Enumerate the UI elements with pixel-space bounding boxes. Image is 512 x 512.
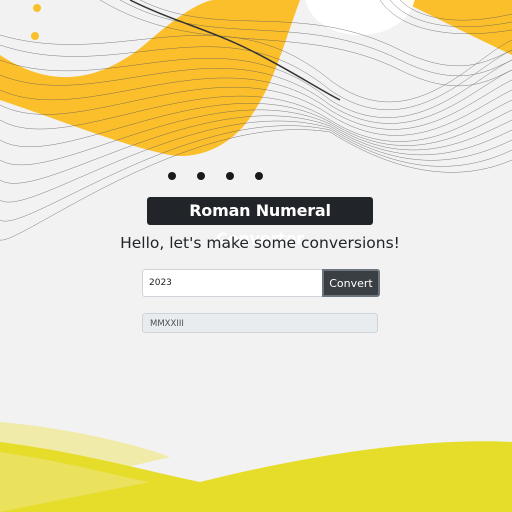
pager-dot[interactable] [197,172,205,180]
pager-dots [168,172,263,180]
page: Roman Numeral Converter Hello, let's mak… [0,0,512,512]
pager-dot[interactable] [168,172,176,180]
pager-dot[interactable] [226,172,234,180]
convert-button[interactable]: Convert [322,269,380,297]
result-output: MMXXIII [142,313,378,333]
bottom-wave-decoration [0,422,512,512]
page-subtitle: Hello, let's make some conversions! [120,234,400,252]
pager-dot[interactable] [255,172,263,180]
page-title: Roman Numeral Converter [147,197,373,248]
number-input[interactable] [142,269,322,297]
converter-input-group: Convert [142,269,380,297]
